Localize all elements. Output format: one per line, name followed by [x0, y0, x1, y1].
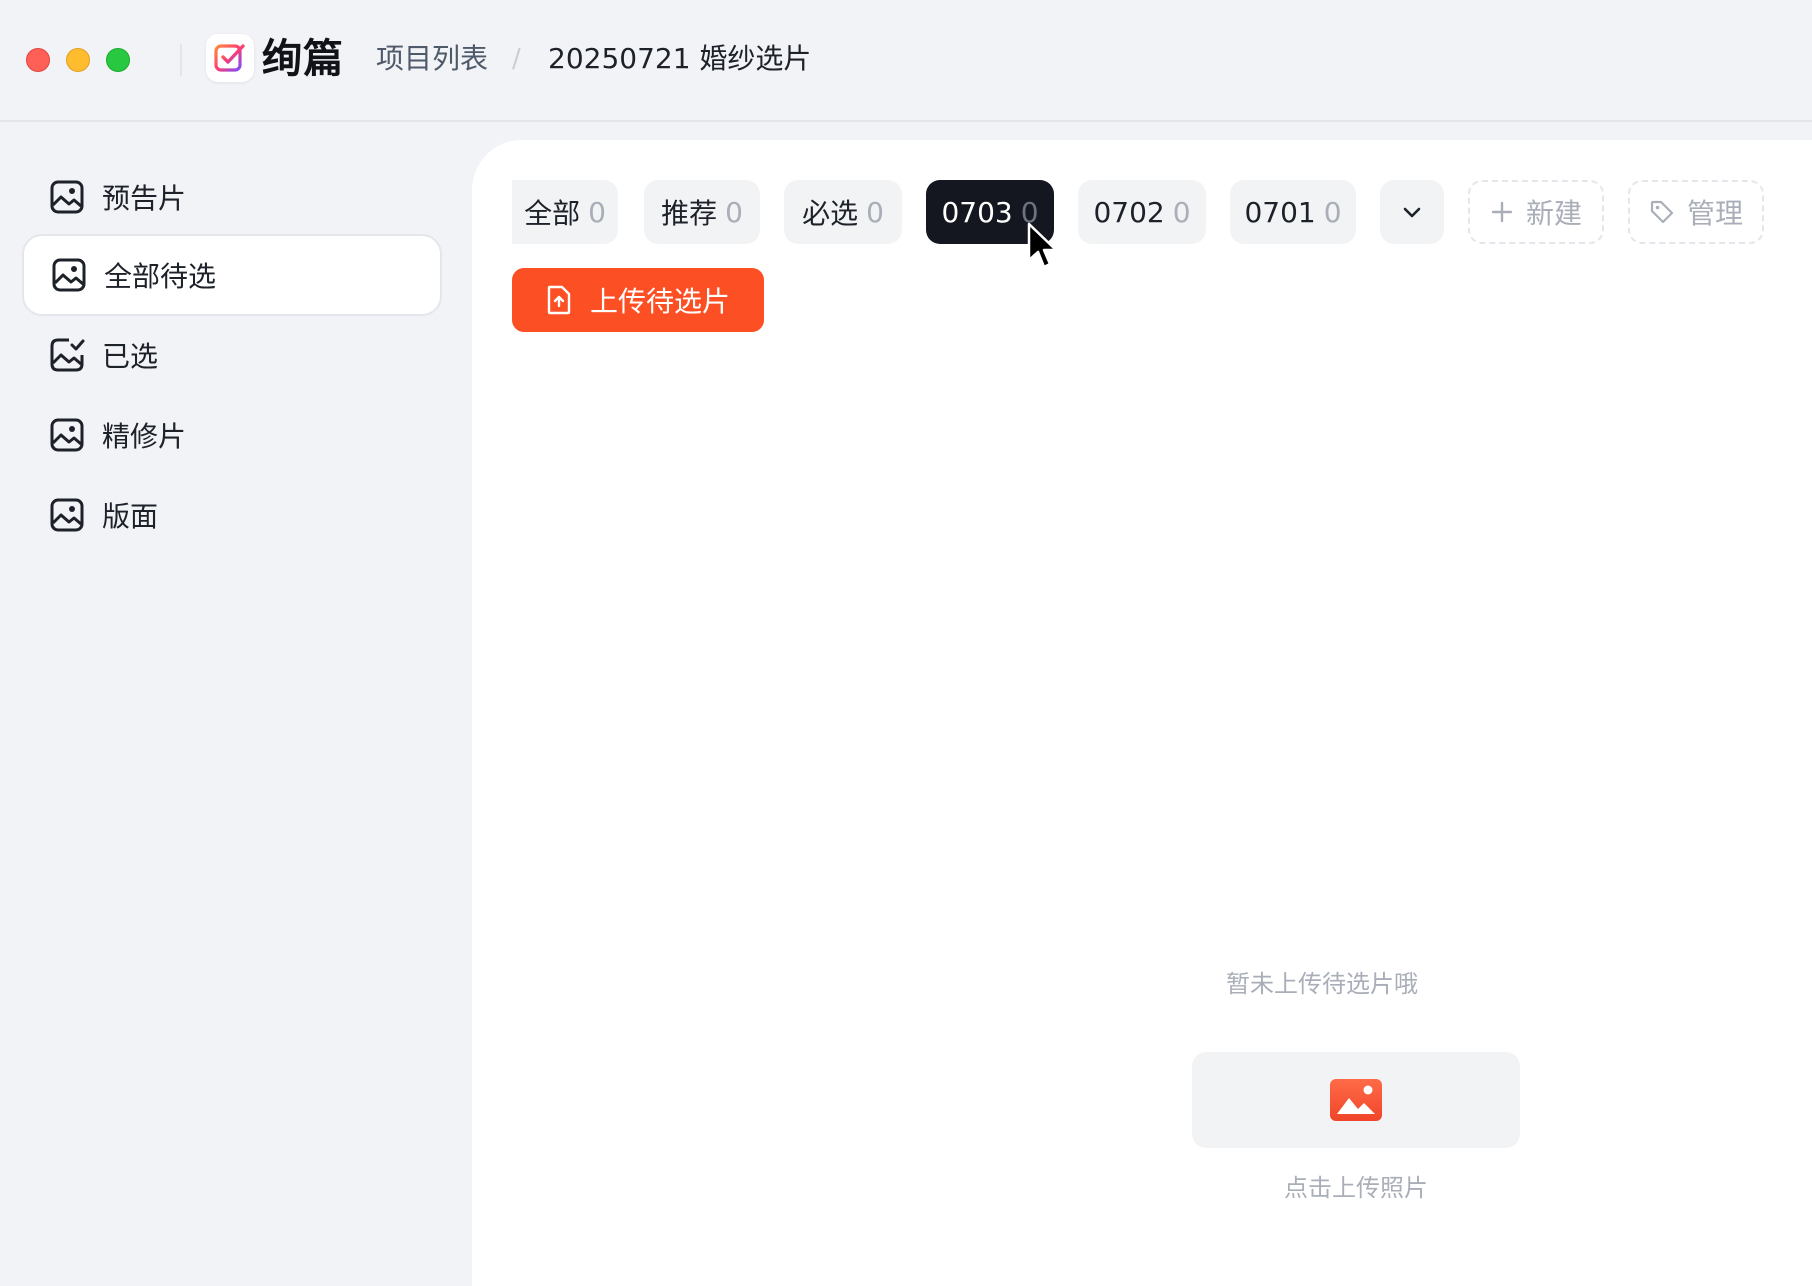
tab-label: 全部	[524, 197, 581, 230]
app-name: 绚篇	[262, 36, 344, 82]
tab-count: 0	[725, 195, 743, 229]
titlebar-divider	[180, 44, 182, 76]
tab-label: 必选	[802, 197, 859, 230]
tab-label: 0701	[1244, 195, 1316, 229]
tab-count: 0	[1172, 195, 1191, 229]
window-close-button[interactable]	[26, 48, 50, 72]
plus-icon	[1490, 200, 1514, 224]
sidebar-item-label: 全部待选	[104, 260, 217, 293]
window-minimize-button[interactable]	[66, 48, 90, 72]
upload-candidates-button[interactable]: 上传待选片	[512, 268, 764, 332]
image-icon	[48, 178, 86, 216]
sidebar-item-trailer[interactable]: 预告片	[22, 156, 442, 238]
manage-tags-button[interactable]: 管理	[1628, 180, 1764, 244]
sidebar-item-label: 版面	[102, 500, 159, 533]
upload-candidates-label: 上传待选片	[589, 285, 730, 318]
tab-label: 0702	[1093, 195, 1165, 229]
tag-icon	[1649, 199, 1675, 225]
file-upload-icon	[546, 285, 572, 315]
sidebar-item-label: 预告片	[102, 182, 187, 215]
sidebar-item-selected[interactable]: 已选	[22, 314, 442, 396]
app-logo-icon	[206, 34, 254, 82]
new-tag-label: 新建	[1525, 197, 1582, 230]
image-icon	[48, 496, 86, 534]
tabs-more-button[interactable]	[1380, 180, 1444, 244]
sidebar-item-label: 精修片	[102, 420, 187, 453]
tab-count: 0	[866, 195, 884, 229]
tab-label: 推荐	[661, 197, 718, 230]
tab-count: 0	[588, 195, 606, 229]
upload-photo-hint[interactable]: 点击上传照片	[1206, 1168, 1506, 1203]
mouse-cursor-icon	[1027, 222, 1058, 269]
window-zoom-button[interactable]	[106, 48, 130, 72]
image-icon	[50, 256, 88, 294]
tab-0701[interactable]: 0701 0	[1230, 180, 1356, 244]
sidebar-item-all-candidates[interactable]: 全部待选	[22, 234, 442, 316]
photo-upload-icon	[1329, 1078, 1383, 1122]
tab-label: 0703	[941, 195, 1013, 229]
tab-all[interactable]: 全部 0	[512, 180, 618, 244]
sidebar-item-retouched[interactable]: 精修片	[22, 394, 442, 476]
title-bar: 绚篇 项目列表 / 20250721 婚纱选片	[0, 0, 1812, 122]
sidebar: 预告片 全部待选 已选 精修片 版面	[0, 124, 460, 1286]
empty-state-message: 暂未上传待选片哦	[1226, 970, 1418, 998]
breadcrumb-project-list[interactable]: 项目列表	[376, 40, 488, 78]
breadcrumb-current-project: 20250721 婚纱选片	[548, 42, 812, 75]
upload-photo-area[interactable]	[1192, 1052, 1520, 1148]
image-icon	[48, 416, 86, 454]
sidebar-item-layout[interactable]: 版面	[22, 474, 442, 556]
image-check-icon	[48, 336, 86, 374]
sidebar-item-label: 已选	[102, 340, 159, 373]
tab-count: 0	[1323, 195, 1342, 229]
chevron-down-icon	[1400, 200, 1424, 224]
main-panel: 全部 0 推荐 0 必选 0 0703 0 0702 0 0701 0 新建 管理 上传待选…	[472, 140, 1812, 1286]
new-tag-button[interactable]: 新建	[1468, 180, 1604, 244]
manage-tags-label: 管理	[1686, 197, 1743, 230]
breadcrumb-separator: /	[512, 44, 521, 74]
tab-0702[interactable]: 0702 0	[1078, 180, 1206, 244]
tab-recommended[interactable]: 推荐 0	[644, 180, 760, 244]
tab-required[interactable]: 必选 0	[784, 180, 902, 244]
